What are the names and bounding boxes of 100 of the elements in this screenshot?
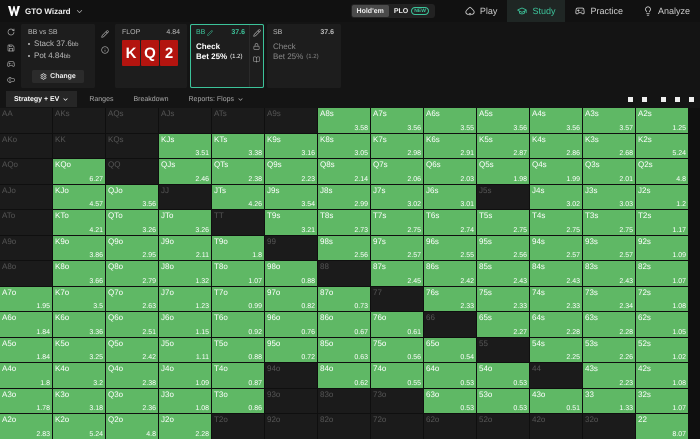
book-icon[interactable] [253,56,260,63]
hand-cell[interactable]: 83o [318,388,370,414]
nav-item[interactable]: Practice [565,0,633,22]
pencil-icon [207,30,214,36]
hand-cell[interactable]: 93o [265,388,317,414]
view-mode-icon[interactable] [642,96,647,102]
hand-label: K4s [532,134,546,144]
playing-card: K [122,40,140,66]
hand-label: 66 [426,313,435,322]
hand-label: 97s [373,236,386,246]
hand-cell[interactable]: ATo [0,210,52,235]
hand-label: 65o [426,338,440,348]
hand-cell[interactable]: 42o [530,414,582,439]
hand-cell[interactable]: AA [0,108,52,133]
hand-cell[interactable]: QQ [106,159,158,184]
spade-icon [464,6,475,16]
lightbulb-icon [642,6,653,16]
hand-cell[interactable]: 66 [424,312,476,337]
hand-cell[interactable]: 52o [477,414,529,439]
hand-cell[interactable]: JJ [159,184,211,210]
hand-label: Q7o [108,288,124,297]
hand-label: QTs [214,160,228,170]
hand-label: QQ [108,160,120,170]
action-label: Bet 25% [196,52,228,61]
hand-label: T8o [214,262,228,272]
hand-cell[interactable]: 92o [265,414,317,439]
hand-cell[interactable]: AKs [53,108,105,133]
hand-label: Q5o [108,338,124,348]
hand-cell[interactable]: KK [53,134,105,158]
gear-icon [40,73,48,80]
hand-cell[interactable]: AJs [159,108,211,133]
hand-label: JTs [214,186,226,195]
hand-label: J4s [532,186,544,195]
save-icon[interactable] [7,44,15,52]
view-mode-icon[interactable] [689,96,694,102]
hand-cell[interactable]: AKo [0,134,52,158]
hand-cell[interactable]: 62o [424,414,476,439]
view-mode-icon[interactable] [661,96,666,102]
pencil-icon[interactable] [252,29,260,37]
hand-cell[interactable]: 99 [265,236,317,260]
info-icon[interactable] [101,46,109,54]
hand-label: T6o [214,313,228,322]
hand-cell[interactable]: AQs [106,108,158,133]
hand-label: K4o [55,364,70,374]
hand-cell[interactable]: 94o [265,363,317,388]
hand-cell[interactable]: ATs [212,108,264,133]
hand-cell[interactable]: KQs [106,134,158,158]
hand-cell[interactable]: AQo [0,159,52,184]
hand-label: 99 [267,236,276,246]
action-label: Bet 25% [273,52,304,61]
hand-label: A2s [638,109,652,118]
hand-label: Q9o [108,236,124,246]
nav-item[interactable]: Analyze [632,0,700,22]
hand-label: K3o [55,390,70,399]
hand-cell[interactable]: A9s [265,108,317,133]
hand-label: 95o [267,338,280,348]
view-mode-icon[interactable] [628,96,633,102]
hand-cell[interactable]: 55 [477,338,529,362]
logo-icon [8,6,20,16]
hand-label: 55 [479,338,488,348]
hand-label: A2o [2,415,16,424]
hand-label: 76o [373,313,386,322]
nav-item[interactable]: Play [454,0,508,22]
hand-label: J3o [161,390,174,399]
hand-cell[interactable]: 32o [583,414,635,439]
hand-cell[interactable]: 82o [318,414,370,439]
hand-label: A5s [479,109,493,118]
lock-icon[interactable] [253,43,260,50]
hand-label: A4o [2,364,16,374]
view-mode-icon[interactable] [675,96,680,102]
hand-cell[interactable]: J5s [477,184,529,210]
text-cursor-icon[interactable] [7,76,15,84]
hand-cell[interactable]: 72o [371,414,423,439]
hand-label: 98s [320,236,333,246]
hand-cell[interactable]: A9o [0,236,52,260]
app-title: GTO Wizard [25,6,71,16]
hand-label: T9s [267,211,280,220]
hand-label: A8o [2,262,16,272]
hand-cell[interactable]: TT [212,210,264,235]
gamepad-icon[interactable] [7,60,15,68]
hand-cell[interactable]: A8o [0,261,52,286]
hand-cell[interactable]: AJo [0,184,52,210]
hand-label: A3o [2,390,16,399]
nav-item[interactable]: Study [507,0,566,22]
hand-label: A3s [585,109,599,118]
refresh-icon[interactable] [7,28,15,36]
hand-label: Q5s [479,160,494,170]
hand-label: 54o [479,364,492,374]
hand-cell[interactable]: T2o [212,414,264,439]
pencil-icon[interactable] [101,30,109,38]
hand-label: J7o [161,288,174,297]
hand-label: J6s [426,186,438,195]
hand-label: 96o [267,313,280,322]
hand-label: 52o [479,415,492,424]
hand-label: 96s [426,236,439,246]
hand-cell[interactable]: 88 [318,261,370,286]
hand-cell[interactable]: 73o [371,388,423,414]
hand-label: 73s [585,288,598,297]
hand-label: A8s [320,109,334,118]
hand-cell[interactable]: 77 [371,286,423,312]
